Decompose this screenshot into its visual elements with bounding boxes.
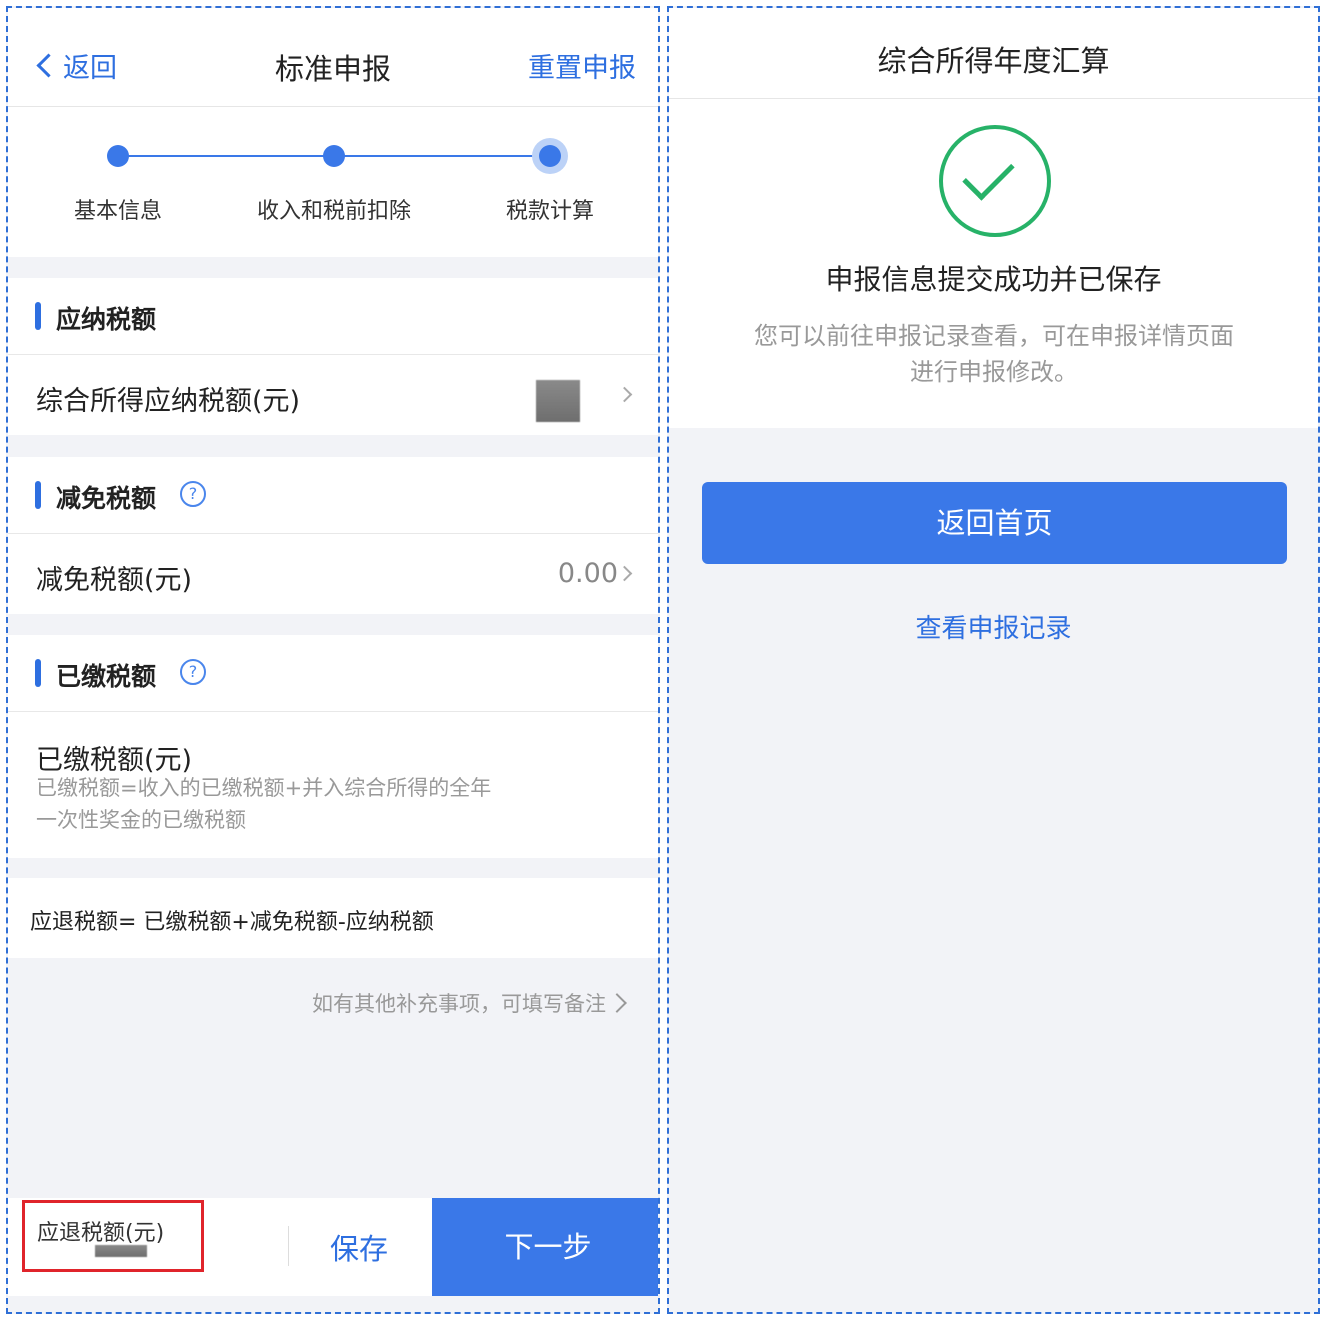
payable-row[interactable]: 综合所得应纳税额(元) — [8, 355, 658, 435]
section-accent-bar — [35, 481, 41, 509]
bottom-bar: 应退税额(元) 保存 下一步 — [8, 1198, 658, 1296]
refund-formula: 应退税额= 已缴税额+减免税额-应纳税额 — [8, 878, 658, 958]
section-title: 应纳税额 — [56, 305, 157, 334]
section-accent-bar — [35, 302, 41, 330]
success-message: 申报信息提交成功并已保存 — [825, 263, 1162, 296]
reduction-value: 0.00 — [557, 558, 618, 589]
save-button[interactable]: 保存 — [330, 1226, 388, 1268]
step-dot-3 — [539, 145, 561, 167]
view-records-link[interactable]: 查看申报记录 — [669, 608, 1318, 645]
reduction-row[interactable]: 减免税额(元) 0.00 — [8, 534, 658, 614]
step-label-2: 收入和税前扣除 — [256, 199, 411, 224]
success-subtext: 您可以前往申报记录查看，可在申报详情页面 进行申报修改。 — [709, 318, 1279, 390]
subtext-line1: 您可以前往申报记录查看，可在申报详情页面 — [754, 322, 1234, 350]
nav-bar: 返回 标准申报 重置申报 — [8, 8, 658, 107]
section-title: 已缴税额 — [56, 662, 157, 691]
subtext-line2: 进行申报修改。 — [910, 358, 1078, 386]
paid-description: 已缴税额=收入的已缴税额+并入综合所得的全年 一次性奖金的已缴税额 — [36, 772, 556, 836]
section-header-paid: 已缴税额 ? — [8, 635, 658, 712]
formula-text: 应退税额= 已缴税额+减免税额-应纳税额 — [30, 910, 434, 935]
step-label-3: 税款计算 — [505, 199, 594, 224]
payable-label: 综合所得应纳税额(元) — [36, 386, 301, 417]
nav-bar: 综合所得年度汇算 — [669, 8, 1318, 99]
checkmark — [962, 148, 1015, 201]
step-dot-2 — [323, 145, 345, 167]
section-header-reduction: 减免税额 ? — [8, 457, 658, 534]
return-home-button[interactable]: 返回首页 — [702, 482, 1287, 564]
section-accent-bar — [35, 659, 41, 687]
chevron-right-icon — [607, 993, 627, 1013]
page-title: 综合所得年度汇算 — [877, 44, 1110, 78]
help-icon[interactable]: ? — [180, 659, 206, 685]
remark-link[interactable]: 如有其他补充事项，可填写备注 — [312, 988, 627, 1018]
step-label-1: 基本信息 — [73, 199, 162, 224]
reduction-label: 减免税额(元) — [36, 565, 193, 596]
paid-desc-line1: 已缴税额=收入的已缴税额+并入综合所得的全年 — [36, 776, 492, 800]
refund-amount-box: 应退税额(元) — [22, 1200, 204, 1272]
chevron-right-icon — [616, 386, 633, 403]
success-card: 综合所得年度汇算 申报信息提交成功并已保存 您可以前往申报记录查看，可在申报详情… — [669, 8, 1318, 428]
section-header-payable: 应纳税额 — [8, 278, 658, 355]
section-title: 减免税额 — [56, 484, 157, 513]
reset-button[interactable]: 重置申报 — [528, 46, 636, 85]
tax-calc-screen: 返回 标准申报 重置申报 基本信息 收入和税前扣除 税款计算 应纳税额 综合所得… — [6, 6, 660, 1314]
submit-success-screen: 综合所得年度汇算 申报信息提交成功并已保存 您可以前往申报记录查看，可在申报详情… — [667, 6, 1320, 1314]
divider — [288, 1226, 289, 1266]
redacted-refund-value — [95, 1245, 147, 1257]
step-dot-1 — [107, 145, 129, 167]
redacted-value — [536, 380, 580, 422]
paid-row: 已缴税额(元) 已缴税额=收入的已缴税额+并入综合所得的全年 一次性奖金的已缴税… — [8, 712, 658, 858]
next-step-button[interactable]: 下一步 — [432, 1198, 658, 1296]
remark-text: 如有其他补充事项，可填写备注 — [312, 992, 606, 1016]
success-check-icon — [939, 125, 1051, 237]
paid-desc-line2: 一次性奖金的已缴税额 — [36, 808, 246, 832]
refund-label: 应退税额(元) — [37, 1221, 165, 1246]
chevron-right-icon — [616, 565, 633, 582]
step-progress: 基本信息 收入和税前扣除 税款计算 — [8, 107, 658, 257]
help-icon[interactable]: ? — [180, 481, 206, 507]
